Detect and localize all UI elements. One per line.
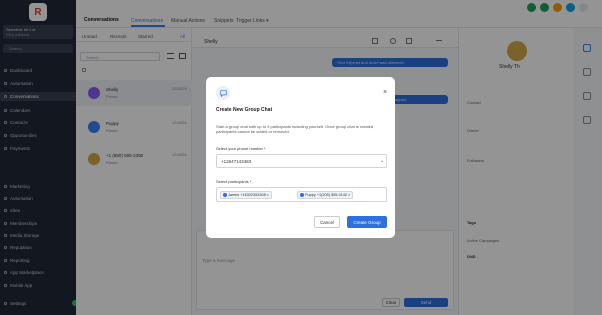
remove-chip-icon[interactable]: × bbox=[267, 193, 269, 197]
chip-label: Puppy +1(205) 555-0142 bbox=[305, 193, 348, 197]
participant-chip: Puppy +1(205) 555-0142 × bbox=[297, 191, 354, 199]
participant-chip: James +16302353308 × bbox=[220, 191, 272, 199]
remove-chip-icon[interactable]: × bbox=[348, 193, 350, 197]
person-icon bbox=[300, 193, 304, 197]
close-icon[interactable]: × bbox=[383, 89, 387, 96]
modal-description: Start a group chat with up to 9 particip… bbox=[216, 124, 375, 134]
cancel-button[interactable]: Cancel bbox=[314, 216, 340, 228]
create-group-modal: × Create New Group Chat Start a group ch… bbox=[206, 77, 395, 238]
modal-title: Create New Group Chat bbox=[216, 107, 273, 113]
person-icon bbox=[223, 193, 227, 197]
create-group-button[interactable]: Create Group bbox=[347, 216, 387, 228]
phone-number-label: Select your phone number * bbox=[216, 146, 266, 151]
chevron-down-icon: ⌄ bbox=[380, 158, 385, 164]
participants-select[interactable]: James +16302353308 × Puppy +1(205) 555-0… bbox=[216, 187, 387, 202]
participants-label: Select participants * bbox=[216, 179, 252, 184]
phone-number-value: +12647143483 bbox=[221, 159, 252, 164]
chat-bubble-icon bbox=[216, 86, 230, 100]
chip-label: James +16302353308 bbox=[228, 193, 266, 197]
phone-number-select[interactable]: +12647143483 ⌄ bbox=[216, 154, 387, 168]
